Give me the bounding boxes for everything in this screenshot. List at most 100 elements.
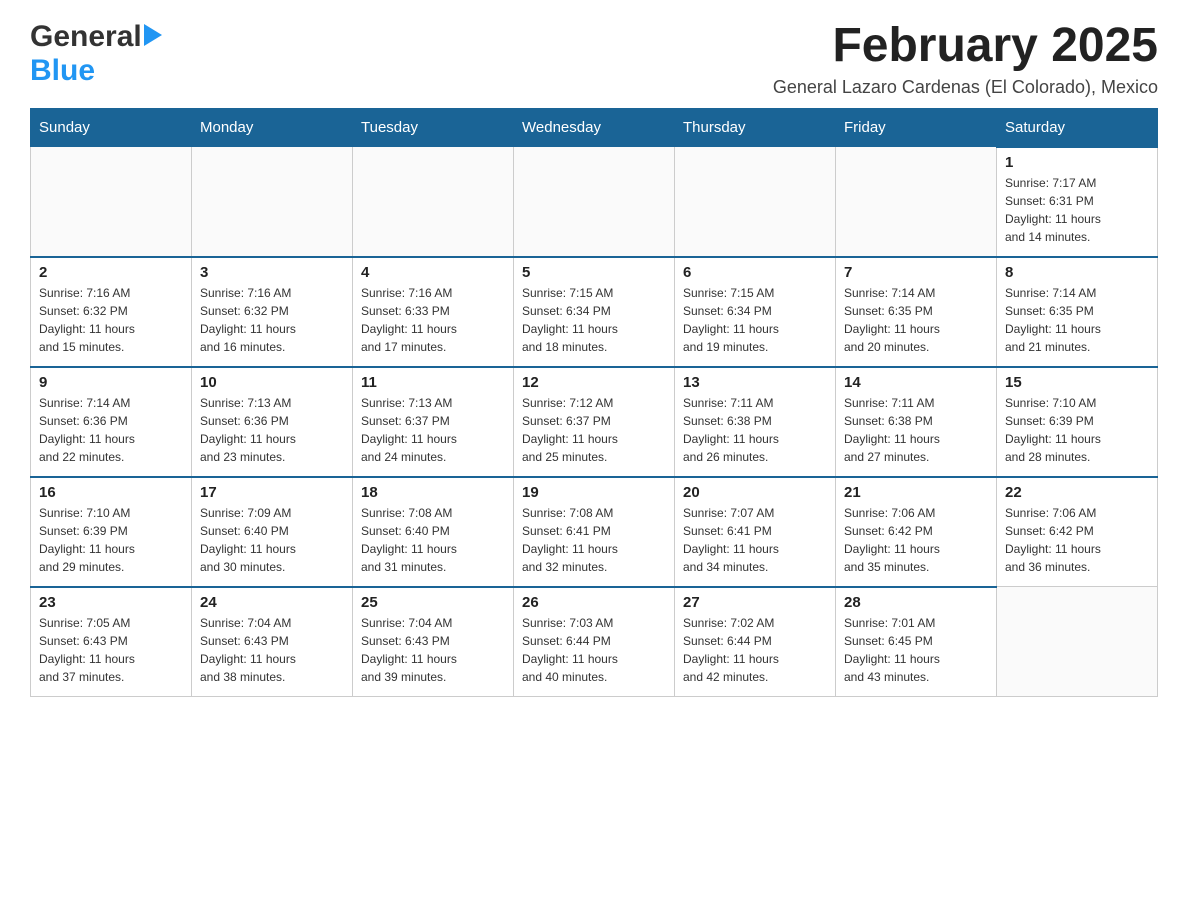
weekday-header-thursday: Thursday xyxy=(675,108,836,147)
calendar-cell: 20 Sunrise: 7:07 AM Sunset: 6:41 PM Dayli… xyxy=(675,477,836,587)
day-number: 20 xyxy=(683,484,827,501)
title-block: February 2025 General Lazaro Cardenas (E… xyxy=(773,20,1158,98)
day-number: 25 xyxy=(361,594,505,611)
calendar-cell xyxy=(997,587,1158,697)
day-info: Sunrise: 7:15 AM Sunset: 6:34 PM Dayligh… xyxy=(683,284,827,356)
day-info: Sunrise: 7:09 AM Sunset: 6:40 PM Dayligh… xyxy=(200,504,344,576)
calendar-cell: 4 Sunrise: 7:16 AM Sunset: 6:33 PM Daylig… xyxy=(353,257,514,367)
page-header: General Blue February 2025 General Lazar… xyxy=(30,20,1158,98)
calendar-cell: 8 Sunrise: 7:14 AM Sunset: 6:35 PM Daylig… xyxy=(997,257,1158,367)
day-number: 4 xyxy=(361,264,505,281)
calendar-week-row: 2 Sunrise: 7:16 AM Sunset: 6:32 PM Daylig… xyxy=(31,257,1158,367)
weekday-header-monday: Monday xyxy=(192,108,353,147)
weekday-header-sunday: Sunday xyxy=(31,108,192,147)
calendar-cell: 16 Sunrise: 7:10 AM Sunset: 6:39 PM Dayli… xyxy=(31,477,192,587)
weekday-header-saturday: Saturday xyxy=(997,108,1158,147)
calendar-week-row: 16 Sunrise: 7:10 AM Sunset: 6:39 PM Dayli… xyxy=(31,477,1158,587)
day-number: 2 xyxy=(39,264,183,281)
calendar-cell: 9 Sunrise: 7:14 AM Sunset: 6:36 PM Daylig… xyxy=(31,367,192,477)
calendar-cell: 18 Sunrise: 7:08 AM Sunset: 6:40 PM Dayli… xyxy=(353,477,514,587)
day-number: 1 xyxy=(1005,154,1149,171)
calendar-week-row: 23 Sunrise: 7:05 AM Sunset: 6:43 PM Dayli… xyxy=(31,587,1158,697)
weekday-header-tuesday: Tuesday xyxy=(353,108,514,147)
day-info: Sunrise: 7:16 AM Sunset: 6:32 PM Dayligh… xyxy=(39,284,183,356)
day-number: 8 xyxy=(1005,264,1149,281)
day-info: Sunrise: 7:04 AM Sunset: 6:43 PM Dayligh… xyxy=(200,614,344,686)
day-number: 12 xyxy=(522,374,666,391)
day-number: 23 xyxy=(39,594,183,611)
day-number: 19 xyxy=(522,484,666,501)
calendar-cell: 7Sunrise: 7:14 AM Sunset: 6:35 PM Daylig… xyxy=(836,257,997,367)
day-info: Sunrise: 7:13 AM Sunset: 6:36 PM Dayligh… xyxy=(200,394,344,466)
day-info: Sunrise: 7:14 AM Sunset: 6:35 PM Dayligh… xyxy=(1005,284,1149,356)
calendar-cell: 11 Sunrise: 7:13 AM Sunset: 6:37 PM Dayli… xyxy=(353,367,514,477)
day-info: Sunrise: 7:12 AM Sunset: 6:37 PM Dayligh… xyxy=(522,394,666,466)
calendar-cell xyxy=(514,147,675,257)
day-info: Sunrise: 7:17 AM Sunset: 6:31 PM Dayligh… xyxy=(1005,174,1149,246)
calendar-cell: 28 Sunrise: 7:01 AM Sunset: 6:45 PM Dayli… xyxy=(836,587,997,697)
calendar-cell: 2 Sunrise: 7:16 AM Sunset: 6:32 PM Daylig… xyxy=(31,257,192,367)
day-info: Sunrise: 7:13 AM Sunset: 6:37 PM Dayligh… xyxy=(361,394,505,466)
calendar-cell xyxy=(836,147,997,257)
day-info: Sunrise: 7:02 AM Sunset: 6:44 PM Dayligh… xyxy=(683,614,827,686)
day-info: Sunrise: 7:01 AM Sunset: 6:45 PM Dayligh… xyxy=(844,614,988,686)
day-info: Sunrise: 7:03 AM Sunset: 6:44 PM Dayligh… xyxy=(522,614,666,686)
calendar-cell: 22 Sunrise: 7:06 AM Sunset: 6:42 PM Dayli… xyxy=(997,477,1158,587)
calendar-cell: 10Sunrise: 7:13 AM Sunset: 6:36 PM Dayli… xyxy=(192,367,353,477)
location-subtitle: General Lazaro Cardenas (El Colorado), M… xyxy=(773,77,1158,98)
day-info: Sunrise: 7:11 AM Sunset: 6:38 PM Dayligh… xyxy=(683,394,827,466)
day-number: 21 xyxy=(844,484,988,501)
calendar-cell: 6 Sunrise: 7:15 AM Sunset: 6:34 PM Daylig… xyxy=(675,257,836,367)
day-info: Sunrise: 7:11 AM Sunset: 6:38 PM Dayligh… xyxy=(844,394,988,466)
day-number: 17 xyxy=(200,484,344,501)
logo-blue-text: Blue xyxy=(30,54,95,87)
day-info: Sunrise: 7:07 AM Sunset: 6:41 PM Dayligh… xyxy=(683,504,827,576)
weekday-header-friday: Friday xyxy=(836,108,997,147)
calendar-week-row: 9 Sunrise: 7:14 AM Sunset: 6:36 PM Daylig… xyxy=(31,367,1158,477)
day-info: Sunrise: 7:16 AM Sunset: 6:32 PM Dayligh… xyxy=(200,284,344,356)
calendar-cell: 12 Sunrise: 7:12 AM Sunset: 6:37 PM Dayli… xyxy=(514,367,675,477)
day-number: 13 xyxy=(683,374,827,391)
day-info: Sunrise: 7:06 AM Sunset: 6:42 PM Dayligh… xyxy=(1005,504,1149,576)
weekday-header-wednesday: Wednesday xyxy=(514,108,675,147)
calendar-cell xyxy=(353,147,514,257)
day-number: 11 xyxy=(361,374,505,391)
calendar-cell: 21 Sunrise: 7:06 AM Sunset: 6:42 PM Dayli… xyxy=(836,477,997,587)
day-number: 26 xyxy=(522,594,666,611)
calendar-cell xyxy=(192,147,353,257)
day-info: Sunrise: 7:14 AM Sunset: 6:36 PM Dayligh… xyxy=(39,394,183,466)
day-number: 27 xyxy=(683,594,827,611)
day-number: 6 xyxy=(683,264,827,281)
day-info: Sunrise: 7:05 AM Sunset: 6:43 PM Dayligh… xyxy=(39,614,183,686)
calendar-cell xyxy=(31,147,192,257)
calendar-cell: 13 Sunrise: 7:11 AM Sunset: 6:38 PM Dayli… xyxy=(675,367,836,477)
day-number: 18 xyxy=(361,484,505,501)
calendar-cell: 25 Sunrise: 7:04 AM Sunset: 6:43 PM Dayli… xyxy=(353,587,514,697)
month-title: February 2025 xyxy=(773,20,1158,73)
day-number: 9 xyxy=(39,374,183,391)
logo-arrow-icon xyxy=(144,24,162,51)
day-info: Sunrise: 7:08 AM Sunset: 6:40 PM Dayligh… xyxy=(361,504,505,576)
day-number: 28 xyxy=(844,594,988,611)
day-number: 15 xyxy=(1005,374,1149,391)
day-info: Sunrise: 7:06 AM Sunset: 6:42 PM Dayligh… xyxy=(844,504,988,576)
calendar-cell: 1 Sunrise: 7:17 AM Sunset: 6:31 PM Daylig… xyxy=(997,147,1158,257)
day-number: 16 xyxy=(39,484,183,501)
calendar-cell: 24Sunrise: 7:04 AM Sunset: 6:43 PM Dayli… xyxy=(192,587,353,697)
calendar-cell: 5Sunrise: 7:15 AM Sunset: 6:34 PM Daylig… xyxy=(514,257,675,367)
day-info: Sunrise: 7:08 AM Sunset: 6:41 PM Dayligh… xyxy=(522,504,666,576)
calendar-week-row: 1 Sunrise: 7:17 AM Sunset: 6:31 PM Daylig… xyxy=(31,147,1158,257)
day-number: 22 xyxy=(1005,484,1149,501)
day-info: Sunrise: 7:04 AM Sunset: 6:43 PM Dayligh… xyxy=(361,614,505,686)
day-info: Sunrise: 7:10 AM Sunset: 6:39 PM Dayligh… xyxy=(39,504,183,576)
logo: General Blue xyxy=(30,20,162,88)
day-info: Sunrise: 7:14 AM Sunset: 6:35 PM Dayligh… xyxy=(844,284,988,356)
day-info: Sunrise: 7:15 AM Sunset: 6:34 PM Dayligh… xyxy=(522,284,666,356)
calendar-cell: 23 Sunrise: 7:05 AM Sunset: 6:43 PM Dayli… xyxy=(31,587,192,697)
calendar-cell: 26 Sunrise: 7:03 AM Sunset: 6:44 PM Dayli… xyxy=(514,587,675,697)
calendar-cell: 14Sunrise: 7:11 AM Sunset: 6:38 PM Dayli… xyxy=(836,367,997,477)
calendar-cell: 3Sunrise: 7:16 AM Sunset: 6:32 PM Daylig… xyxy=(192,257,353,367)
logo-general-text: General xyxy=(30,20,142,54)
calendar-cell xyxy=(675,147,836,257)
day-info: Sunrise: 7:16 AM Sunset: 6:33 PM Dayligh… xyxy=(361,284,505,356)
